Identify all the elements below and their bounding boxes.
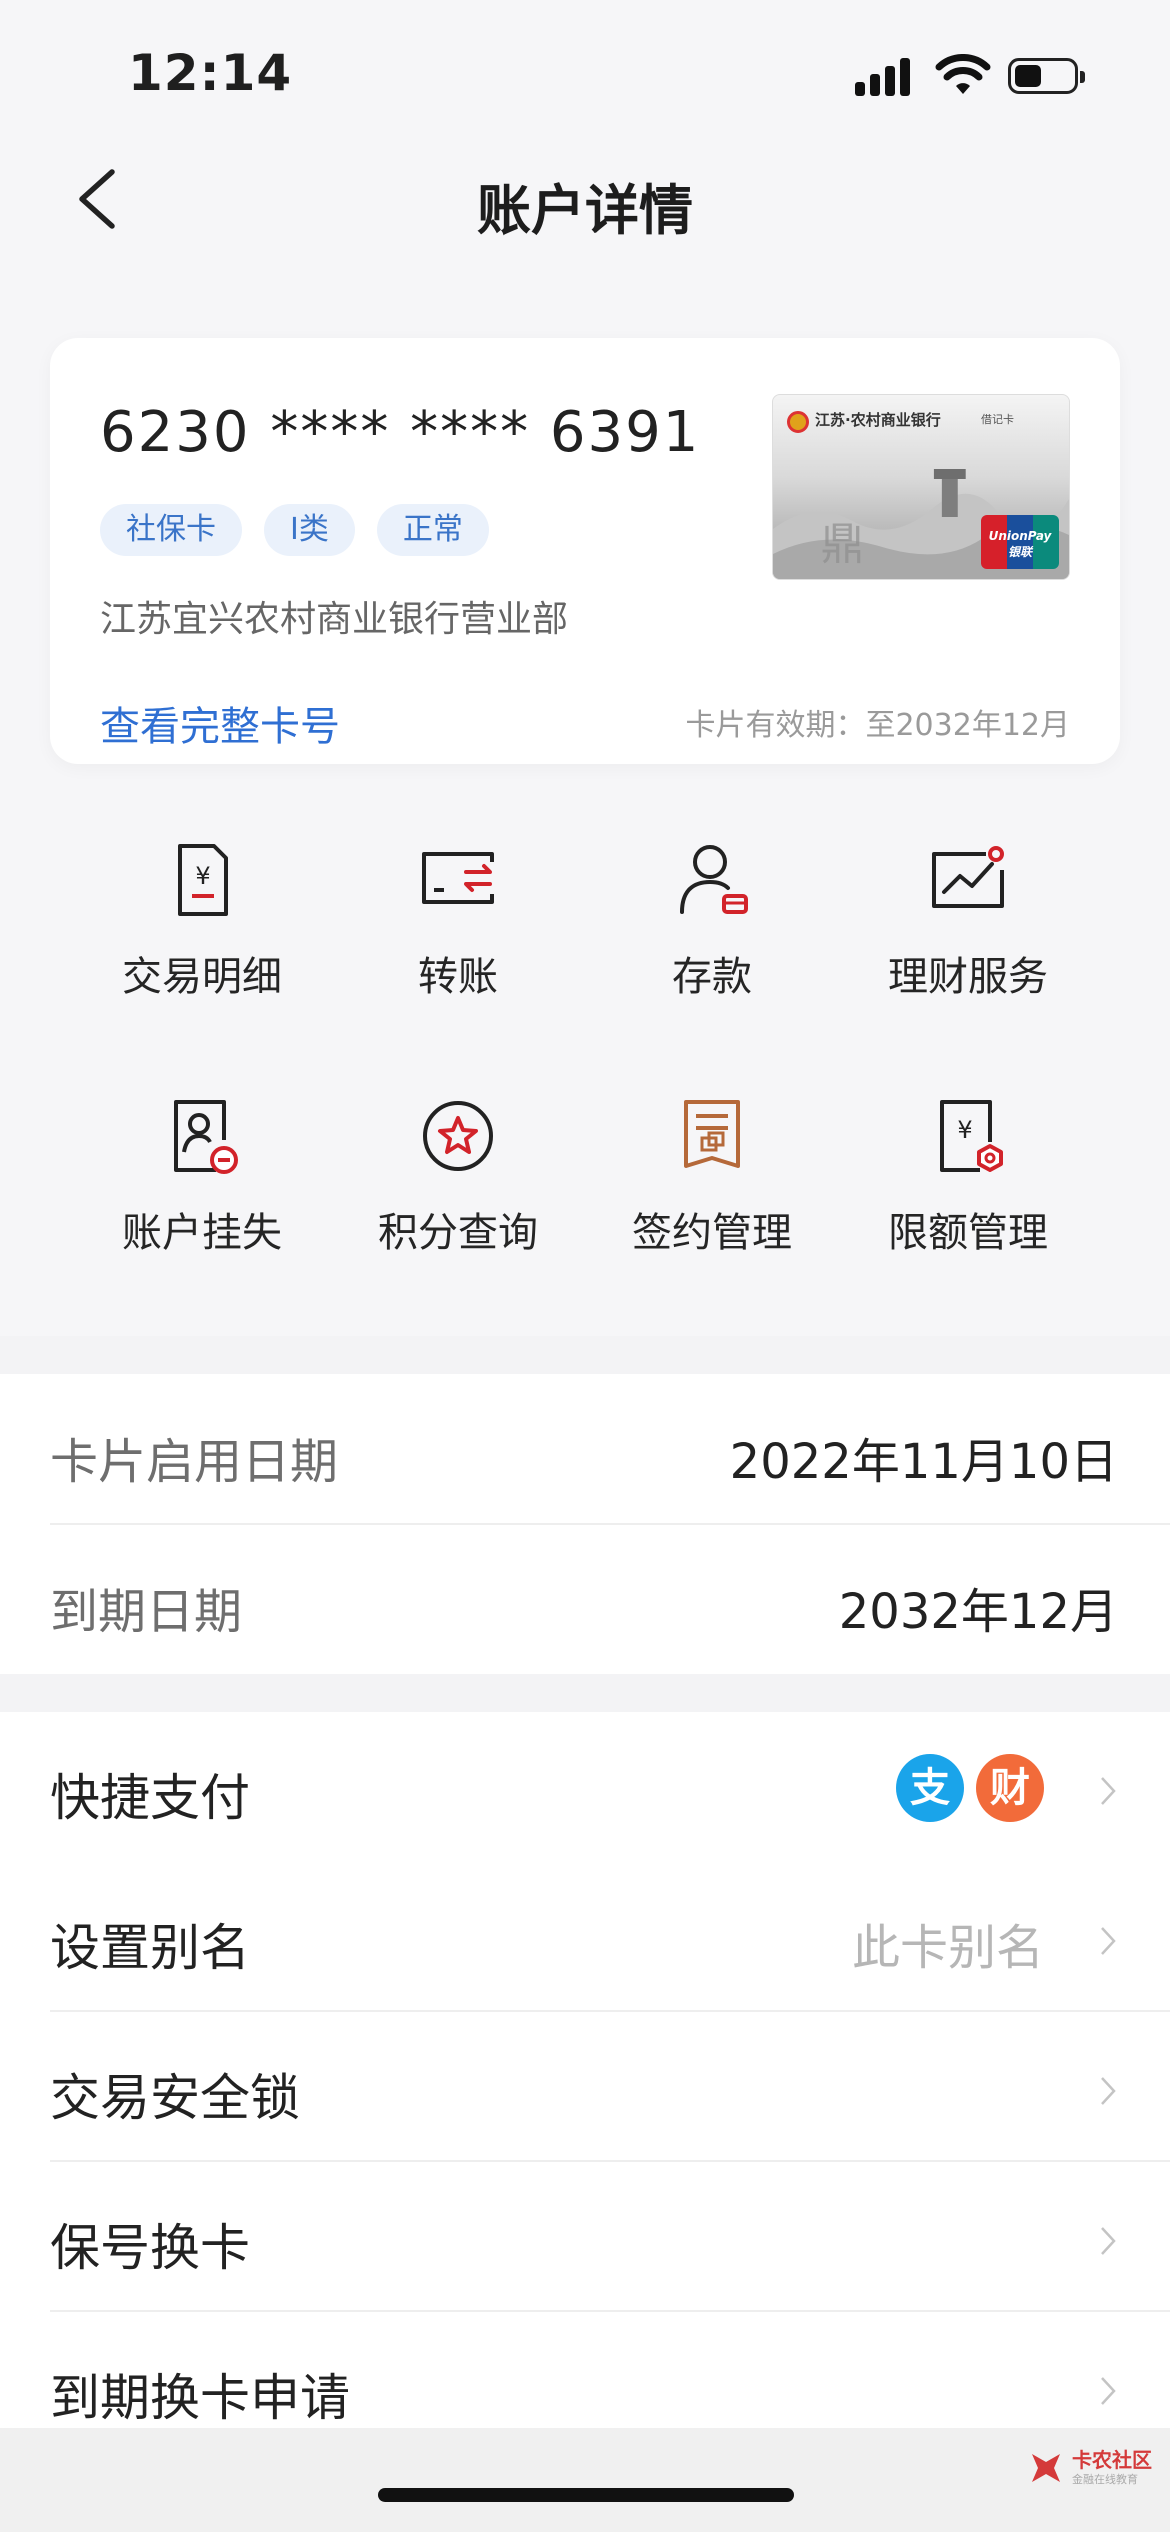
chevron-right-icon (1101, 2377, 1116, 2405)
expiry-date-label: 到期日期 (50, 1584, 243, 1640)
service-transaction-detail[interactable]: ¥ 交易明细 (102, 840, 302, 1002)
service-label: 转账 (418, 954, 498, 1000)
activation-date-label: 卡片启用日期 (50, 1434, 339, 1490)
card-tag: I类 (264, 504, 355, 556)
service-deposit[interactable]: 存款 (612, 840, 812, 1002)
navigation-bar: 账户详情 (0, 150, 1170, 250)
service-label: 签约管理 (632, 1210, 792, 1256)
activation-date-row: 卡片启用日期 2022年11月10日 (0, 1374, 1170, 1524)
points-query-icon (423, 1101, 493, 1171)
battery-icon (1008, 58, 1085, 94)
chevron-right-icon (1101, 1777, 1116, 1805)
expiry-date-row: 到期日期 2032年12月 (0, 1524, 1170, 1674)
home-indicator[interactable] (378, 2488, 794, 2502)
service-label: 账户挂失 (122, 1210, 282, 1256)
svg-text:¥: ¥ (957, 1116, 972, 1144)
card-dates-section: 卡片启用日期 2022年11月10日 到期日期 2032年12月 (0, 1374, 1170, 1674)
page-title: 账户详情 (477, 179, 693, 242)
service-wealth[interactable]: 理财服务 (868, 840, 1068, 1002)
home-indicator-area (0, 2428, 1170, 2532)
svg-text:鼎: 鼎 (821, 519, 865, 570)
chevron-right-icon (1101, 2227, 1116, 2255)
card-image-bank-name: 江苏·农村商业银行 (815, 411, 941, 429)
expiry-date-value: 2032年12月 (838, 1584, 1118, 1640)
limit-management-icon: ¥ (940, 1100, 1003, 1172)
card-tags: 社保卡 I类 正常 (100, 504, 489, 556)
watermark-logo-icon (1032, 2454, 1060, 2482)
card-tag: 社保卡 (100, 504, 242, 556)
svg-text:¥: ¥ (195, 862, 210, 890)
transfer-icon (422, 852, 494, 904)
card-tag: 正常 (376, 504, 489, 556)
status-bar: 12:14 (0, 0, 1170, 150)
keep-number-row[interactable]: 保号换卡 (0, 2162, 1170, 2312)
service-points[interactable]: 积分查询 (358, 1096, 558, 1258)
service-label: 存款 (672, 954, 752, 1000)
transaction-detail-icon: ¥ (178, 844, 228, 916)
chevron-right-icon (1101, 2077, 1116, 2105)
watermark-title: 卡农社区 (1072, 2448, 1152, 2472)
unionpay-text: UnionPay 银联 (988, 529, 1052, 559)
contract-management-icon (684, 1100, 740, 1168)
unionpay-logo: UnionPay 银联 (981, 515, 1059, 569)
status-time: 12:14 (128, 44, 293, 102)
service-limit[interactable]: ¥ 限额管理 (868, 1096, 1068, 1258)
alias-row[interactable]: 设置别名 此卡别名 (0, 1862, 1170, 2012)
wealth-pay-icon: 财 (976, 1754, 1044, 1822)
service-label: 交易明细 (122, 954, 282, 1000)
settings-menu: 快捷支付 支 财 设置别名 此卡别名 交易安全锁 保号换卡 到期换卡申请 (0, 1712, 1170, 2428)
quick-pay-row[interactable]: 快捷支付 支 财 (0, 1712, 1170, 1862)
wealth-service-icon (932, 846, 1004, 908)
service-transfer[interactable]: 转账 (358, 840, 558, 1002)
cellular-signal-icon (855, 56, 910, 96)
expiry-renewal-label: 到期换卡申请 (50, 2369, 350, 2427)
chevron-right-icon (1101, 1927, 1116, 1955)
card-expiry: 卡片有效期：至2032年12月 (685, 708, 1070, 743)
bank-card-panel: 6230 **** **** 6391 社保卡 I类 正常 江苏宜兴农村商业银行… (50, 338, 1120, 764)
service-label: 积分查询 (378, 1210, 538, 1256)
alipay-icon: 支 (896, 1754, 964, 1822)
card-image: 江苏·农村商业银行 借记卡 鼎 UnionPay 银联 (772, 394, 1070, 580)
watermark-subtitle: 金融在线教育 (1072, 2473, 1138, 2486)
quick-pay-label: 快捷支付 (50, 1769, 250, 1827)
service-report-loss[interactable]: 账户挂失 (102, 1096, 302, 1258)
security-lock-row[interactable]: 交易安全锁 (0, 2012, 1170, 2162)
keep-number-label: 保号换卡 (50, 2219, 250, 2277)
bank-logo-icon (787, 411, 809, 433)
service-label: 限额管理 (888, 1210, 1048, 1256)
deposit-icon (680, 845, 748, 914)
service-label: 理财服务 (888, 954, 1048, 1000)
view-full-card-number-link[interactable]: 查看完整卡号 (100, 694, 340, 752)
alias-label: 设置别名 (50, 1919, 250, 1977)
alias-hint: 此卡别名 (851, 1920, 1044, 1976)
bank-branch: 江苏宜兴农村商业银行营业部 (100, 599, 569, 640)
card-number: 6230 **** **** 6391 (100, 400, 701, 465)
card-image-kind: 借记卡 (981, 413, 1014, 426)
watermark: 卡农社区 金融在线教育 (1026, 2448, 1152, 2488)
wifi-icon (935, 54, 991, 94)
report-loss-icon (174, 1100, 238, 1174)
service-contract[interactable]: 签约管理 (612, 1096, 812, 1258)
activation-date-value: 2022年11月10日 (729, 1434, 1118, 1490)
security-lock-label: 交易安全锁 (50, 2069, 300, 2127)
